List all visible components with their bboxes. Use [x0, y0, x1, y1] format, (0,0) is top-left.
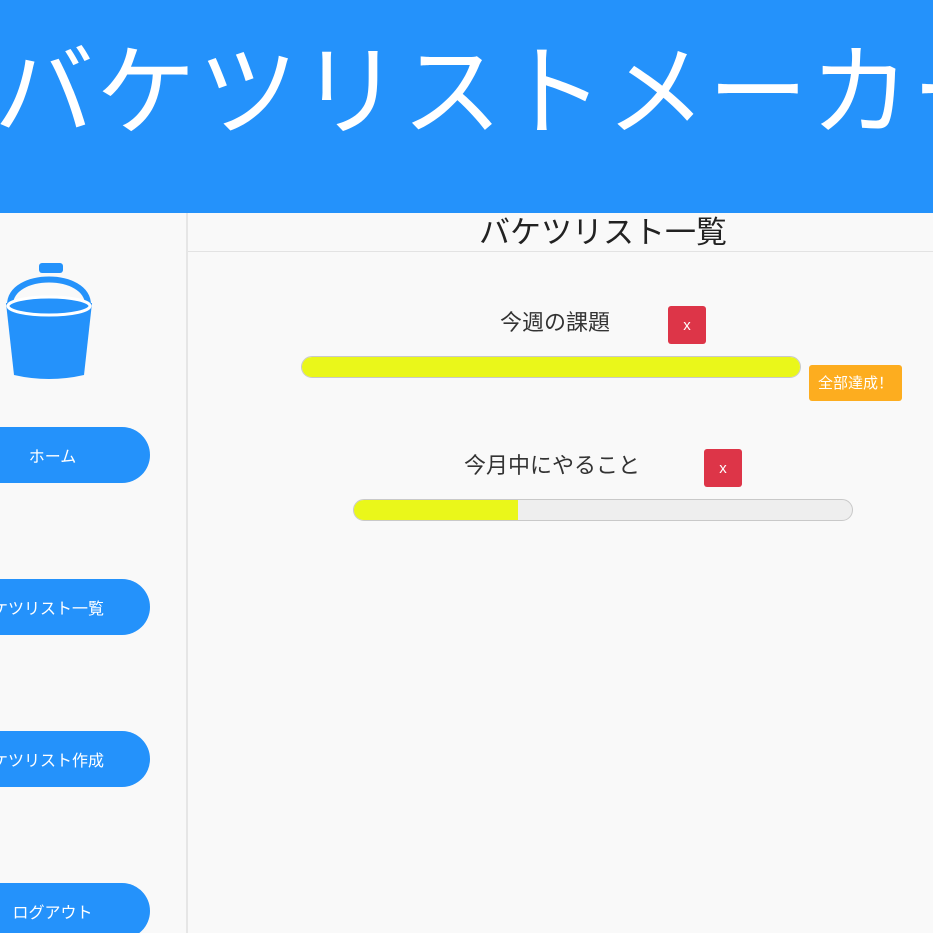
sidebar: ホーム バケツリスト一覧 バケツリスト作成 ログアウト: [0, 213, 188, 933]
sidebar-item-label: ホーム: [28, 447, 77, 466]
progress-bar: [353, 499, 853, 521]
delete-button[interactable]: x: [668, 306, 706, 344]
progress-fill: [354, 500, 519, 520]
sidebar-item-home[interactable]: ホーム: [0, 427, 150, 483]
sidebar-item-bucketlist-create[interactable]: バケツリスト作成: [0, 731, 150, 787]
sidebar-item-label: バケツリスト作成: [0, 751, 104, 770]
page-title-bar: バケツリスト一覧: [188, 213, 933, 252]
page-title: バケツリスト一覧: [479, 215, 727, 251]
sidebar-item-label: バケツリスト一覧: [0, 599, 104, 618]
progress-bar: [301, 356, 801, 378]
bucket-icon: [6, 263, 92, 379]
complete-badge[interactable]: 全部達成！: [809, 365, 903, 401]
sidebar-item-label: ログアウト: [12, 903, 93, 922]
sidebar-item-bucketlist-list[interactable]: バケツリスト一覧: [0, 579, 150, 635]
list-title: 今週の課題: [500, 311, 611, 336]
sidebar-item-logout[interactable]: ログアウト: [0, 883, 150, 933]
list-title: 今月中にやること: [464, 454, 641, 479]
app-title: バケツリストメーカー: [0, 34, 933, 151]
delete-button[interactable]: x: [704, 449, 742, 487]
app-header: バケツリストメーカー: [0, 0, 933, 213]
main-content: バケツリスト一覧 今週の課題 x 全部達成！ 今月中にやること x: [188, 213, 933, 933]
progress-fill: [302, 357, 800, 377]
